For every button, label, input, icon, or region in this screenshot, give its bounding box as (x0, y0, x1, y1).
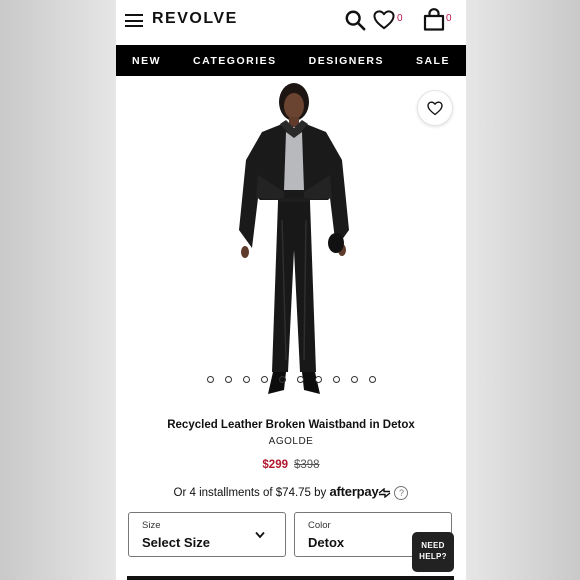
shopping-bag-icon[interactable] (423, 8, 445, 31)
add-to-wishlist-button[interactable] (417, 90, 453, 126)
carousel-dot[interactable] (260, 376, 268, 383)
carousel-dot[interactable] (278, 376, 286, 383)
product-brand[interactable]: AGOLDE (116, 436, 466, 447)
product-image-carousel[interactable] (116, 76, 466, 406)
carousel-dots (116, 376, 466, 383)
revolve-logo[interactable]: REVOLVE (152, 10, 238, 28)
carousel-dot[interactable] (296, 376, 304, 383)
main-nav: NEW CATEGORIES DESIGNERS SALE (116, 45, 466, 76)
chevron-down-icon (255, 531, 265, 539)
nav-item-sale[interactable]: SALE (416, 55, 450, 67)
nav-item-new[interactable]: NEW (132, 55, 161, 67)
size-value: Select Size (142, 535, 210, 550)
afterpay-arrows-icon (379, 487, 391, 499)
size-label: Size (142, 520, 161, 531)
color-label: Color (308, 520, 331, 531)
wishlist-heart-icon[interactable] (373, 10, 395, 30)
installments-text: Or 4 installments of $74.75 by (173, 487, 327, 499)
background-right (466, 0, 580, 580)
bag-count: 0 (446, 13, 452, 24)
carousel-dot[interactable] (242, 376, 250, 383)
carousel-dot[interactable] (314, 376, 322, 383)
top-bar: REVOLVE 0 0 (116, 0, 466, 44)
nav-item-designers[interactable]: DESIGNERS (309, 55, 384, 67)
help-icon[interactable]: ? (394, 485, 409, 500)
need-help-line1: NEED (421, 541, 445, 550)
need-help-line2: HELP? (419, 552, 447, 561)
price-row: $299 $398 (116, 459, 466, 471)
sale-price: $299 (262, 459, 288, 471)
carousel-dot[interactable] (368, 376, 376, 383)
carousel-dot[interactable] (350, 376, 358, 383)
product-image (239, 83, 349, 394)
carousel-dot[interactable] (224, 376, 232, 383)
search-icon[interactable] (344, 9, 366, 31)
carousel-dot[interactable] (332, 376, 340, 383)
wishlist-count: 0 (397, 13, 403, 24)
nav-item-categories[interactable]: CATEGORIES (193, 55, 277, 67)
size-select[interactable]: Size Select Size (128, 512, 286, 557)
carousel-dot[interactable] (206, 376, 214, 383)
heart-icon (427, 101, 443, 115)
product-title: Recycled Leather Broken Waistband in Det… (167, 419, 415, 431)
phone-screen: REVOLVE 0 0 NEW CATEGORIES DESIGNERS SAL… (116, 0, 466, 580)
color-value: Detox (308, 535, 345, 550)
menu-icon[interactable] (125, 14, 143, 27)
afterpay-row: Or 4 installments of $74.75 by afterpay? (116, 484, 466, 500)
afterpay-logo: afterpay (329, 484, 379, 499)
add-to-bag-button-edge[interactable] (127, 576, 454, 580)
background-left (0, 0, 116, 580)
need-help-button[interactable]: NEED HELP? (412, 532, 454, 572)
original-price: $398 (294, 459, 320, 471)
